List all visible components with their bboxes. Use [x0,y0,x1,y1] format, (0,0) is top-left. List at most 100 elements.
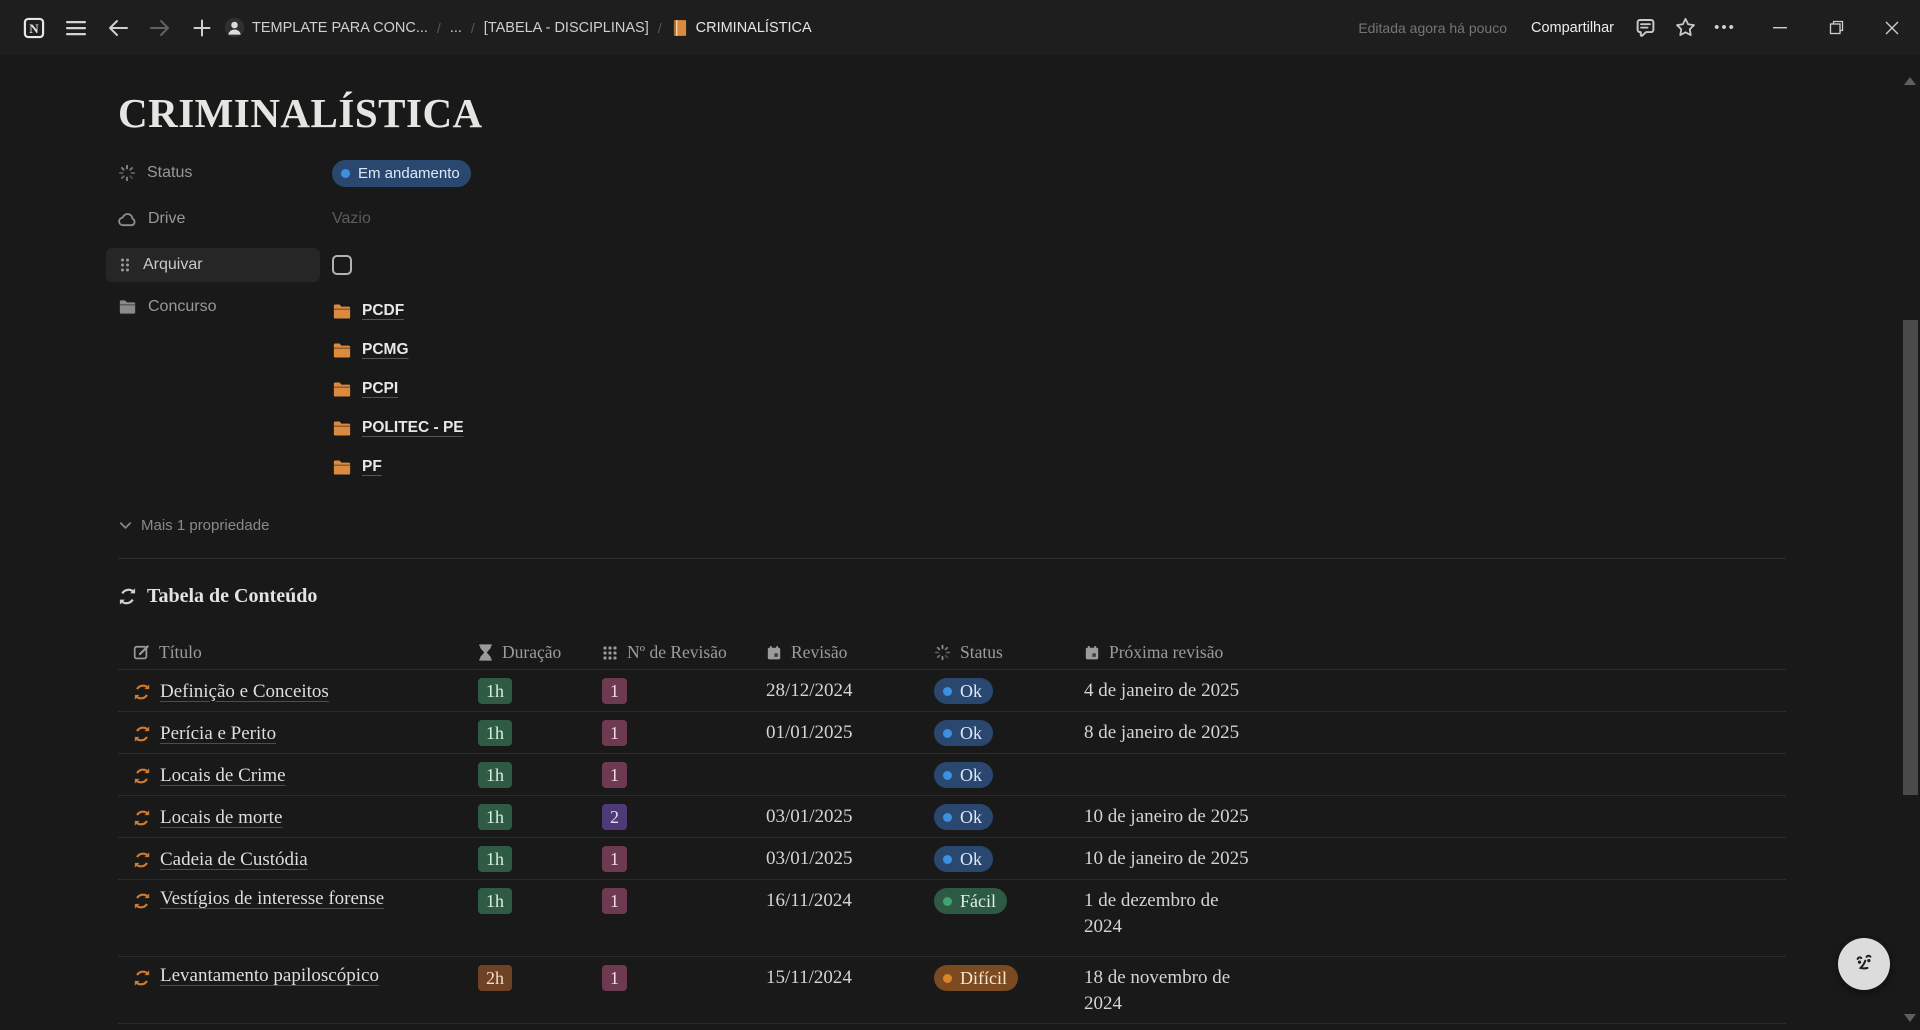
duracao-cell[interactable]: 1h [470,754,594,795]
row-title-cell[interactable]: Definição e Conceitos [118,670,470,711]
duracao-cell[interactable]: 1h [470,712,594,753]
status-cell[interactable]: Ok [926,838,1076,879]
breadcrumb-item-tabela-disciplinas[interactable]: [TABELA - DISCIPLINAS] [484,20,649,36]
forward-button[interactable] [144,12,176,44]
property-value-drive[interactable]: Vazio [332,205,371,233]
new-page-button[interactable] [186,12,218,44]
proxima-revisao-cell[interactable]: 10 de janeiro de 2025 [1076,796,1786,837]
status-pill[interactable]: Ok [934,678,993,704]
duracao-cell[interactable]: 1h [470,838,594,879]
favorite-button[interactable] [1668,11,1702,45]
n-revisao-cell[interactable]: 1 [594,670,758,711]
duracao-tag[interactable]: 2h [478,965,512,991]
status-cell[interactable]: Fácil [926,880,1076,956]
status-pill[interactable]: Ok [934,846,993,872]
duracao-cell[interactable]: 1h [470,880,594,956]
relation-link-pcpi[interactable]: PCPI [332,376,464,402]
status-cell[interactable]: Ok [926,796,1076,837]
duracao-cell[interactable]: 1h [470,670,594,711]
property-label-arquivar[interactable]: Arquivar [106,248,320,282]
proxima-revisao-cell[interactable]: 18 de novembro de 2024 [1076,957,1786,1023]
duracao-tag[interactable]: 1h [478,678,512,704]
column-header-titulo[interactable]: Título [118,636,470,669]
row-title-cell[interactable]: Perícia e Perito [118,712,470,753]
scroll-down-arrow[interactable] [1904,1014,1916,1022]
duracao-tag[interactable]: 1h [478,804,512,830]
revisao-cell[interactable] [758,754,926,795]
close-button[interactable] [1864,0,1920,55]
linked-db-header[interactable]: Tabela de Conteúdo [118,585,1786,608]
row-title-cell[interactable]: Vestígios de interesse forense [118,880,470,956]
page-link[interactable]: Definição e Conceitos [160,681,329,703]
page-link[interactable]: Levantamento papiloscópico [160,965,379,987]
comments-button[interactable] [1628,11,1662,45]
proxima-revisao-cell[interactable]: 4 de janeiro de 2025 [1076,670,1786,711]
page-link[interactable]: Cadeia de Custódia [160,849,308,871]
duracao-cell[interactable]: 2h [470,957,594,1023]
revisao-cell[interactable]: 16/11/2024 [758,880,926,956]
relation-link-pf[interactable]: PF [332,454,464,480]
property-label-drive[interactable]: Drive [118,210,332,228]
row-title-cell[interactable]: Locais de Crime [118,754,470,795]
new-row-button[interactable]: Nova página [118,1024,1786,1030]
column-header-proxima-revisao[interactable]: Próxima revisão [1076,636,1786,669]
row-title-cell[interactable]: Cadeia de Custódia [118,838,470,879]
share-button[interactable]: Compartilhar [1523,15,1622,41]
n-revisao-cell[interactable]: 1 [594,754,758,795]
property-label-concurso[interactable]: Concurso [118,288,332,316]
status-cell[interactable]: Difícil [926,957,1076,1023]
n-revisao-tag[interactable]: 1 [602,678,627,704]
sidebar-menu-button[interactable] [60,12,92,44]
status-cell[interactable]: Ok [926,754,1076,795]
back-button[interactable] [102,12,134,44]
minimize-button[interactable] [1752,0,1808,55]
page-link[interactable]: Locais de Crime [160,765,286,787]
status-pill[interactable]: Ok [934,804,993,830]
n-revisao-tag[interactable]: 1 [602,888,627,914]
column-header-revisao[interactable]: Revisão [758,636,926,669]
notion-ai-button[interactable] [1838,938,1890,990]
proxima-revisao-cell[interactable]: 10 de janeiro de 2025 [1076,838,1786,879]
duracao-tag[interactable]: 1h [478,720,512,746]
n-revisao-cell[interactable]: 1 [594,838,758,879]
duracao-tag[interactable]: 1h [478,846,512,872]
breadcrumb-item-ellipsis[interactable]: ... [450,20,462,36]
proxima-revisao-cell[interactable] [1076,754,1786,795]
n-revisao-cell[interactable]: 1 [594,880,758,956]
status-cell[interactable]: Ok [926,712,1076,753]
n-revisao-cell[interactable]: 2 [594,796,758,837]
arquivar-checkbox[interactable] [332,255,352,275]
revisao-cell[interactable]: 03/01/2025 [758,838,926,879]
maximize-button[interactable] [1808,0,1864,55]
revisao-cell[interactable]: 01/01/2025 [758,712,926,753]
n-revisao-cell[interactable]: 1 [594,957,758,1023]
duracao-tag[interactable]: 1h [478,888,512,914]
proxima-revisao-cell[interactable]: 8 de janeiro de 2025 [1076,712,1786,753]
scrollbar-thumb[interactable] [1903,320,1918,795]
page-link[interactable]: Perícia e Perito [160,723,276,745]
n-revisao-tag[interactable]: 1 [602,846,627,872]
property-label-status[interactable]: Status [118,164,332,182]
breadcrumb-item-criminalistica[interactable]: CRIMINALÍSTICA [671,19,812,37]
column-header-status[interactable]: Status [926,636,1076,669]
duracao-tag[interactable]: 1h [478,762,512,788]
status-pill[interactable]: Fácil [934,888,1007,914]
status-pill[interactable]: Ok [934,720,993,746]
status-pill[interactable]: Ok [934,762,993,788]
row-title-cell[interactable]: Levantamento papiloscópico [118,957,470,1023]
breadcrumb-item-workspace[interactable]: TEMPLATE PARA CONC... [224,17,428,38]
more-options-button[interactable]: ••• [1708,11,1742,45]
page-link[interactable]: Locais de morte [160,807,282,829]
status-pill[interactable]: Difícil [934,965,1018,991]
n-revisao-tag[interactable]: 1 [602,762,627,788]
relation-link-pcdf[interactable]: PCDF [332,298,464,324]
relation-link-pcmg[interactable]: PCMG [332,337,464,363]
status-pill[interactable]: Em andamento [332,160,471,187]
property-value-status[interactable]: Em andamento [332,159,471,187]
relation-link-politec-pe[interactable]: POLITEC - PE [332,415,464,441]
duracao-cell[interactable]: 1h [470,796,594,837]
revisao-cell[interactable]: 28/12/2024 [758,670,926,711]
n-revisao-tag[interactable]: 1 [602,965,627,991]
column-header-n-revisao[interactable]: Nº de Revisão [594,636,758,669]
status-cell[interactable]: Ok [926,670,1076,711]
